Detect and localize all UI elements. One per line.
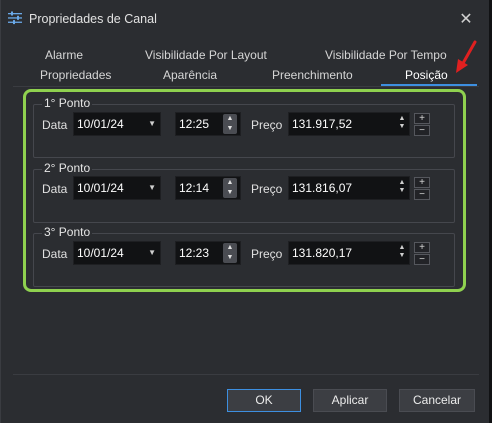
point-3-minus-button[interactable]: − bbox=[414, 254, 430, 265]
properties-dialog: Propriedades de Canal ✕ Alarme Visibilid… bbox=[0, 0, 489, 423]
point-2-price-field[interactable]: 131.816,07 bbox=[288, 176, 410, 200]
point-2-time-spinner[interactable]: ▲ ▼ bbox=[223, 178, 237, 198]
point-3-time-spinner[interactable]: ▲ ▼ bbox=[223, 243, 237, 263]
point-2-plus-button[interactable]: + bbox=[414, 177, 430, 188]
point-3-price-spinner[interactable]: ▲ ▼ bbox=[398, 244, 406, 260]
tab-aparencia[interactable]: Aparência bbox=[163, 68, 217, 82]
chevron-down-icon[interactable]: ▼ bbox=[148, 113, 156, 135]
chevron-down-icon[interactable]: ▼ bbox=[148, 242, 156, 264]
tab-propriedades[interactable]: Propriedades bbox=[40, 68, 111, 82]
point-3-time-value: 12:23 bbox=[179, 246, 210, 260]
point-1-title: 1° Ponto bbox=[42, 96, 93, 110]
footer-divider bbox=[13, 374, 479, 375]
ok-button[interactable]: OK bbox=[227, 389, 301, 412]
point-3-date-label: Data bbox=[42, 247, 68, 261]
point-2-time-value: 12:14 bbox=[179, 181, 210, 195]
title-bar: Propriedades de Canal ✕ bbox=[1, 0, 490, 38]
point-2-title: 2° Ponto bbox=[42, 161, 93, 175]
close-icon: ✕ bbox=[459, 11, 473, 28]
point-3-price-value: 131.820,17 bbox=[292, 246, 353, 260]
tab-divider bbox=[13, 86, 479, 87]
point-2-date-value: 10/01/24 bbox=[77, 181, 124, 195]
chevron-down-icon[interactable]: ▼ bbox=[148, 177, 156, 199]
tab-posicao[interactable]: Posição bbox=[405, 68, 448, 82]
red-arrow-icon bbox=[456, 40, 477, 73]
point-3-title: 3° Ponto bbox=[42, 225, 93, 239]
point-3-price-field[interactable]: 131.820,17 bbox=[288, 241, 410, 265]
point-2-date-label: Data bbox=[42, 182, 68, 196]
point-2-price-value: 131.816,07 bbox=[292, 181, 353, 195]
point-1-date-value: 10/01/24 bbox=[77, 117, 124, 131]
point-1-price-value: 131.917,52 bbox=[292, 117, 353, 131]
point-1-time-value: 12:25 bbox=[179, 117, 210, 131]
tab-visibilidade-por-tempo[interactable]: Visibilidade Por Tempo bbox=[325, 48, 447, 62]
point-2-date-field[interactable]: 10/01/24 ▼ bbox=[73, 176, 161, 200]
point-3-date-value: 10/01/24 bbox=[77, 246, 124, 260]
settings-sliders-icon bbox=[8, 11, 22, 25]
tab-visibilidade-por-layout[interactable]: Visibilidade Por Layout bbox=[145, 48, 267, 62]
active-tab-indicator bbox=[381, 84, 477, 86]
point-1-price-spinner[interactable]: ▲ ▼ bbox=[398, 115, 406, 131]
point-2-price-spinner[interactable]: ▲ ▼ bbox=[398, 179, 406, 195]
point-1-price-field[interactable]: 131.917,52 bbox=[288, 112, 410, 136]
point-1-date-label: Data bbox=[42, 118, 68, 132]
point-3-date-field[interactable]: 10/01/24 ▼ bbox=[73, 241, 161, 265]
close-button[interactable]: ✕ bbox=[457, 11, 475, 29]
point-1-minus-button[interactable]: − bbox=[414, 125, 430, 136]
tab-preenchimento[interactable]: Preenchimento bbox=[272, 68, 353, 82]
point-1-price-label: Preço bbox=[251, 118, 283, 132]
point-2-minus-button[interactable]: − bbox=[414, 189, 430, 200]
apply-button[interactable]: Aplicar bbox=[313, 389, 387, 412]
point-1-date-field[interactable]: 10/01/24 ▼ bbox=[73, 112, 161, 136]
window-title: Propriedades de Canal bbox=[29, 12, 157, 26]
point-2-price-label: Preço bbox=[251, 182, 283, 196]
point-3-price-label: Preço bbox=[251, 247, 283, 261]
point-1-plus-button[interactable]: + bbox=[414, 113, 430, 124]
cancel-button[interactable]: Cancelar bbox=[399, 389, 475, 412]
point-1-time-spinner[interactable]: ▲ ▼ bbox=[223, 114, 237, 134]
tab-alarme[interactable]: Alarme bbox=[45, 48, 83, 62]
point-3-plus-button[interactable]: + bbox=[414, 242, 430, 253]
